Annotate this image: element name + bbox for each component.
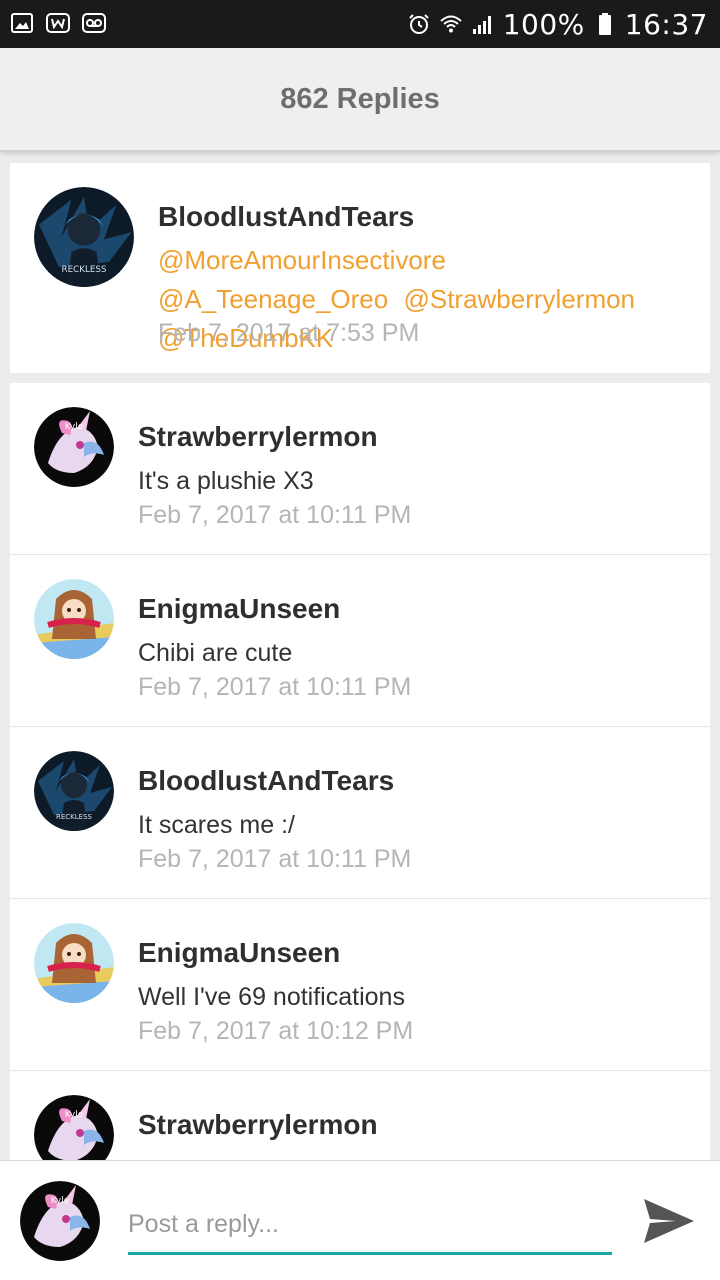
timestamp: Feb 7, 2017 at 10:12 PM [138,1017,414,1045]
image-icon [11,13,33,33]
username[interactable]: EnigmaUnseen [138,937,340,969]
username[interactable]: Strawberrylermon [138,421,378,453]
avatar[interactable]: RECKLESS [34,187,134,287]
send-icon [644,1199,694,1243]
list-item[interactable]: Kyle Strawberrylermon It's a plushie X3 … [10,383,710,555]
list-item[interactable]: EnigmaUnseen Well I've 69 notifications … [10,899,710,1071]
avatar[interactable] [34,923,114,1003]
username[interactable]: EnigmaUnseen [138,593,340,625]
svg-text:Kyle: Kyle [65,1110,84,1120]
send-button[interactable] [640,1193,696,1249]
w-app-icon [46,13,70,33]
list-item[interactable]: RECKLESS BloodlustAndTears It scares me … [10,727,710,899]
voicemail-icon [82,13,106,33]
signal-icon [472,16,491,34]
username[interactable]: BloodlustAndTears [138,765,394,797]
alarm-icon [409,14,429,34]
avatar[interactable]: Kyle [34,1095,114,1160]
thread-header: 862 Replies [0,48,720,152]
reply-composer: Kyle [0,1160,720,1280]
svg-text:Kyle: Kyle [65,422,84,432]
reply-text: It scares me :/ [138,811,295,839]
replies-list[interactable]: Kyle Strawberrylermon It's a plushie X3 … [10,383,710,1160]
avatar[interactable]: RECKLESS [34,751,114,831]
timestamp: Feb 7, 2017 at 10:11 PM [138,845,412,873]
reply-text: Well I've 69 notifications [138,983,405,1011]
list-item[interactable]: EnigmaUnseen Chibi are cute Feb 7, 2017 … [10,555,710,727]
avatar[interactable] [34,579,114,659]
status-bar: 100% 16:37 [0,0,720,48]
svg-text:Kyle: Kyle [51,1196,70,1206]
username[interactable]: BloodlustAndTears [158,201,414,233]
notification-icons [10,11,106,35]
timestamp: Feb 7, 2017 at 7:53 PM [158,319,420,347]
svg-text:RECKLESS: RECKLESS [56,813,93,821]
reply-input[interactable] [128,1197,612,1255]
avatar[interactable]: Kyle [20,1181,100,1261]
mention-link[interactable]: @MoreAmourInsectivore [158,245,446,275]
list-item[interactable]: Kyle Strawberrylermon [10,1071,710,1160]
system-status: 100% 16:37 [407,6,708,42]
username[interactable]: Strawberrylermon [138,1109,378,1141]
battery-icon [598,13,611,35]
timestamp: Feb 7, 2017 at 10:11 PM [138,673,412,701]
reply-text: It's a plushie X3 [138,467,314,495]
battery-percent: 100% [502,7,585,41]
mention-link[interactable]: @A_Teenage_Oreo [158,284,388,314]
clock: 16:37 [624,7,708,41]
original-post: RECKLESS BloodlustAndTears @MoreAmourIns… [10,163,710,373]
reply-text: Chibi are cute [138,639,293,667]
wifi-icon [440,15,462,33]
avatar[interactable]: Kyle [34,407,114,487]
mention-link[interactable]: @Strawberrylermon [403,284,635,314]
timestamp: Feb 7, 2017 at 10:11 PM [138,501,412,529]
page-title: 862 Replies [280,82,440,115]
svg-text:RECKLESS: RECKLESS [62,265,107,275]
